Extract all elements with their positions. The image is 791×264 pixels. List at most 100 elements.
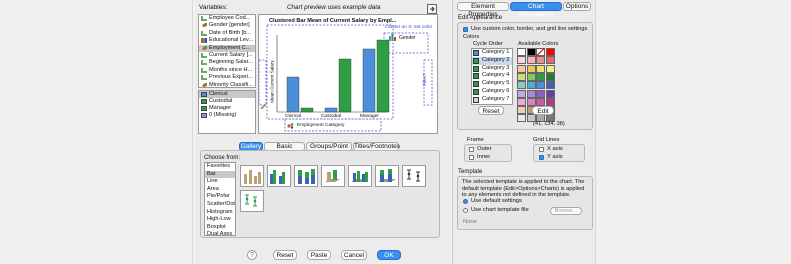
category-item[interactable]: 0 (Missing) xyxy=(199,112,255,119)
cycle-order-item[interactable]: Category 6 xyxy=(472,88,512,96)
palette-color-cell[interactable] xyxy=(526,48,536,56)
help-button[interactable]: ? xyxy=(247,250,257,260)
palette-color-cell[interactable] xyxy=(545,64,555,73)
chart-type-item[interactable]: Favorites xyxy=(205,163,235,171)
palette-color-cell[interactable] xyxy=(545,89,555,98)
browse-button[interactable]: Browse... xyxy=(550,207,582,215)
frame-inner-checkbox[interactable] xyxy=(469,155,474,160)
palette-color-cell[interactable] xyxy=(526,89,536,98)
palette-color-cell[interactable] xyxy=(526,64,536,73)
chart-type-item[interactable]: Dual Axes xyxy=(205,231,235,235)
chart-type-item[interactable]: High-Low xyxy=(205,216,235,224)
variable-item[interactable]: Employment C... xyxy=(199,44,255,52)
grid-x-checkbox[interactable] xyxy=(539,147,544,152)
palette-color-cell[interactable] xyxy=(517,114,526,123)
chart-type-item[interactable]: Bar xyxy=(205,170,235,179)
chart-type-item[interactable]: Line xyxy=(205,178,235,186)
palette-color-cell[interactable] xyxy=(526,72,536,81)
variable-item[interactable]: Current Salary [... xyxy=(199,52,255,59)
paste-button[interactable]: Paste xyxy=(307,250,331,260)
variable-item[interactable]: Employee Cod... xyxy=(199,15,255,22)
stacked-bar-thumb[interactable] xyxy=(294,165,318,187)
tab-element-properties[interactable]: Element Properties xyxy=(457,2,509,18)
3d-stacked-thumb[interactable] xyxy=(375,165,399,187)
ok-button[interactable]: OK xyxy=(377,250,401,260)
chart-type-list[interactable]: Favorites Bar Line Area Pie/Polar Scatter/Dot… xyxy=(204,162,236,236)
grid-y-checkbox[interactable] xyxy=(539,155,544,160)
reset-button[interactable]: Reset xyxy=(273,250,297,260)
tab-chart-appearance[interactable]: Chart Appearance xyxy=(510,2,562,18)
palette-color-cell[interactable] xyxy=(517,72,526,81)
palette-color-cell[interactable] xyxy=(545,48,555,56)
palette-color-cell[interactable] xyxy=(536,97,545,106)
palette-color-cell[interactable] xyxy=(517,89,526,98)
chart-type-item[interactable]: Boxplot xyxy=(205,224,235,232)
palette-color-cell[interactable] xyxy=(517,64,526,73)
palette-color-cell[interactable] xyxy=(536,56,545,65)
variable-item[interactable]: Minority Classifi... xyxy=(199,82,255,87)
palette-color-cell[interactable] xyxy=(526,81,536,90)
cycle-order-item[interactable]: Category 7 xyxy=(472,96,512,104)
category-item[interactable]: Manager xyxy=(199,105,255,112)
variable-item[interactable]: Previous Experi... xyxy=(199,74,255,81)
palette-color-cell[interactable] xyxy=(545,56,555,65)
variables-list[interactable]: Employee Cod... Gender [gender] Date of Bi… xyxy=(198,14,256,88)
frame-outer-checkbox[interactable] xyxy=(469,147,474,152)
cycle-order-item[interactable]: Category 3 xyxy=(472,65,512,73)
cycle-order-item[interactable]: Category 4 xyxy=(472,72,512,80)
variable-item[interactable]: Beginning Salar... xyxy=(199,59,255,66)
palette-color-cell[interactable] xyxy=(517,81,526,90)
categories-list[interactable]: Clerical Custodial Manager 0 (Missing) xyxy=(198,90,256,134)
chart-canvas[interactable]: Clustered Bar Mean of Current Salary by … xyxy=(258,14,438,134)
variable-item[interactable]: Gender [gender] xyxy=(199,22,255,29)
frame-outer-label: Outer xyxy=(477,146,492,152)
palette-color-cell[interactable] xyxy=(536,81,545,90)
chart-type-item[interactable]: Area xyxy=(205,186,235,194)
x-axis-drop-zone[interactable]: Employment Category xyxy=(297,123,344,128)
use-custom-checkbox[interactable] xyxy=(463,27,468,32)
cycle-order-item[interactable]: Category 5 xyxy=(472,80,512,88)
palette-color-cell[interactable] xyxy=(536,89,545,98)
palette-color-cell[interactable] xyxy=(536,64,545,73)
chart-type-item[interactable]: Pie/Polar xyxy=(205,193,235,201)
simple-bar-thumb[interactable] xyxy=(240,165,264,187)
3d-clustered-thumb[interactable] xyxy=(348,165,372,187)
palette-color-cell[interactable] xyxy=(545,81,555,90)
clustered-bar-thumb[interactable] xyxy=(267,165,291,187)
use-file-radio[interactable] xyxy=(463,208,468,213)
palette-color-cell[interactable] xyxy=(517,106,526,115)
chart-type-item[interactable]: Scatter/Dot xyxy=(205,201,235,209)
palette-color-cell[interactable] xyxy=(517,56,526,65)
clustered-error-bar-thumb[interactable] xyxy=(240,190,264,212)
cancel-button[interactable]: Cancel xyxy=(341,250,367,260)
tab-options[interactable]: Options xyxy=(563,2,591,11)
palette-color-cell[interactable] xyxy=(545,97,555,106)
use-default-radio[interactable] xyxy=(463,199,468,204)
filter-drop-zone[interactable]: Filter? xyxy=(422,73,427,86)
variable-item[interactable]: Months since H... xyxy=(199,67,255,74)
palette-color-cell[interactable] xyxy=(526,97,536,106)
palette-color-cell[interactable] xyxy=(517,97,526,106)
palette-color-cell[interactable] xyxy=(545,72,555,81)
cluster-drop-zone[interactable]: Cluster on X: set color xyxy=(385,25,432,30)
palette-color-cell[interactable] xyxy=(517,48,526,56)
cycle-order-list[interactable]: Category 1 Category 2 Category 3 Category 4… xyxy=(471,48,513,105)
scale-variable-icon xyxy=(201,52,207,58)
error-bar-thumb[interactable] xyxy=(402,165,426,187)
y-axis-drop-zone[interactable]: Mean Current Salary xyxy=(270,60,275,102)
3d-bar-thumb[interactable] xyxy=(321,165,345,187)
category-item[interactable]: Clerical xyxy=(199,91,255,98)
category-item[interactable]: Custodial xyxy=(199,98,255,105)
palette-color-cell[interactable] xyxy=(526,56,536,65)
variable-item[interactable]: Date of Birth [b... xyxy=(199,30,255,37)
pencil-icon[interactable] xyxy=(260,103,267,110)
variable-item[interactable]: Educational Lev... xyxy=(199,37,255,44)
available-colors-palette[interactable] xyxy=(517,48,575,123)
cycle-reset-button[interactable]: Reset xyxy=(478,106,504,115)
cycle-order-item[interactable]: Category 2 xyxy=(472,56,512,65)
palette-color-cell[interactable] xyxy=(536,72,545,81)
cycle-order-item[interactable]: Category 1 xyxy=(472,49,512,57)
element-properties-toggle-icon[interactable] xyxy=(427,4,437,14)
chart-type-item[interactable]: Histogram xyxy=(205,209,235,217)
edit-color-button[interactable]: Edit xyxy=(532,106,554,115)
